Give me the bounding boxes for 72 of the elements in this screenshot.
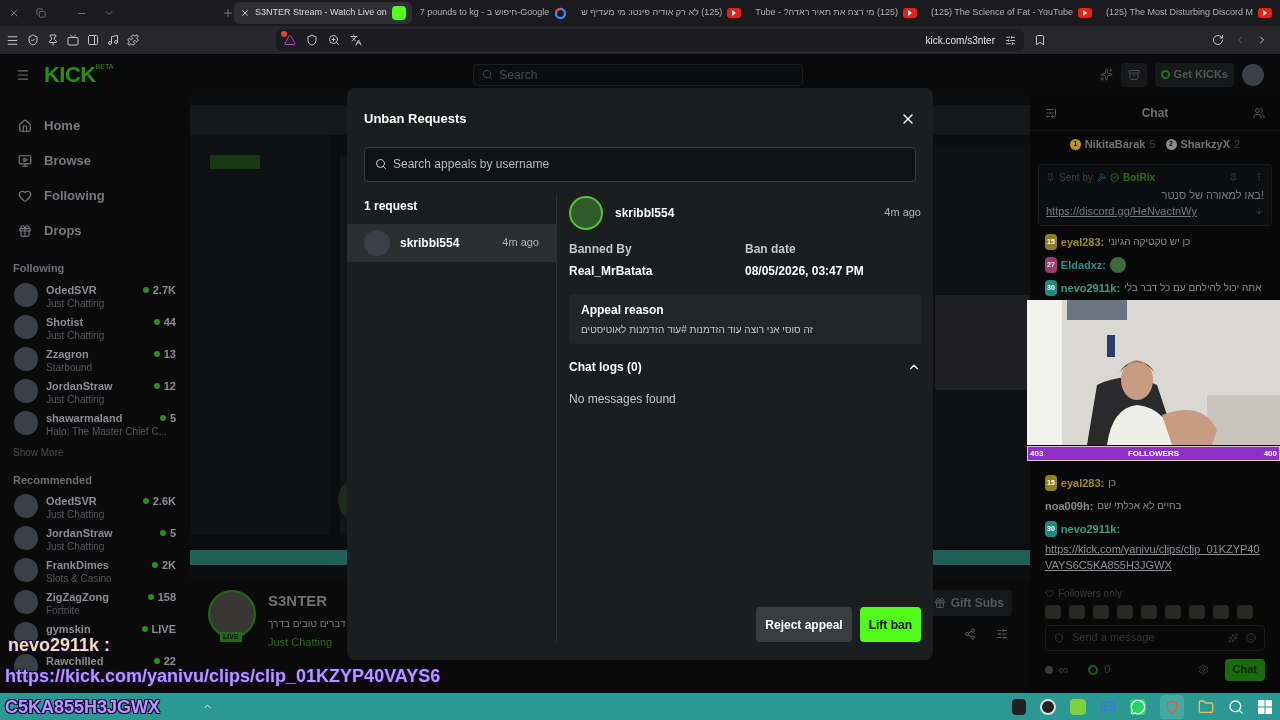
browser-tab[interactable]: (125) מי רצח את תאיר ראדה? - Tube (749, 2, 923, 24)
channel-category: Slots & Casino (46, 572, 113, 586)
chat-username[interactable]: nevo2911k: (1060, 520, 1121, 537)
viewer-count: 12 (163, 378, 176, 393)
leader-name[interactable]: NikitaBarak (1084, 136, 1146, 153)
chat-message: בחיים לא אכלתי שם (1097, 498, 1182, 513)
channel-category: Starbound (46, 360, 94, 375)
chat-username[interactable]: noa009h: (1045, 497, 1094, 514)
points-count: ∞ (1059, 660, 1069, 679)
channel-category: Just Chatting (46, 296, 106, 311)
chat-message: כן (1108, 475, 1117, 490)
nav-item[interactable]: Home (0, 108, 190, 143)
pinned-text: !באו למאורה של סנטר (1160, 187, 1264, 203)
channel-name[interactable]: Rawchilled (46, 654, 104, 668)
reject-appeal-button[interactable]: Reject appeal (756, 607, 852, 642)
channel-name[interactable]: gymskin (46, 622, 91, 636)
channel-category: Just Chatting (46, 328, 106, 343)
chat-message: כן יש טקטיקה הגיוני (1108, 234, 1191, 249)
channel-category: Just Chatting (46, 540, 106, 554)
chat-username[interactable]: eyal283: (1060, 233, 1105, 250)
address-bar[interactable]: kick.com/s3nter (276, 29, 1024, 51)
viewer-count: LIVE (151, 622, 176, 636)
nav-item[interactable]: Following (0, 178, 190, 213)
viewer-count: 158 (157, 590, 176, 604)
channel-name[interactable]: JordanStraw (46, 378, 113, 393)
channel-name[interactable]: shawarmaland (46, 410, 123, 425)
viewer-count: 13 (163, 346, 176, 361)
category-link[interactable]: Just Chatting (268, 633, 346, 650)
channel-category: Fortnite (46, 604, 81, 618)
chat-title: Chat (1140, 104, 1170, 122)
browser-tab[interactable]: (125) The Science of Fat - YouTube (925, 2, 1099, 24)
channel-name[interactable]: ZigZagZong (46, 590, 109, 604)
caption-username: nevo2911k : (8, 636, 111, 654)
viewer-count: 2.7K (152, 282, 176, 297)
browser-tab[interactable]: S3NTER Stream - Watch Live on (234, 2, 412, 24)
pinned-link[interactable]: https://discord.gg/HeNvactnWy (1046, 203, 1197, 220)
browser-tab[interactable]: (125) The Most Disturbing Discord M (1100, 2, 1278, 24)
browser-tab[interactable]: (125) לא רק אודיה פינטו: מי מעדיף ש (575, 2, 748, 24)
chat-username[interactable]: nevo2911k: (1060, 279, 1121, 296)
channel-name[interactable]: OdedSVR (46, 282, 97, 297)
streamer-name[interactable]: S3NTER (268, 590, 346, 613)
nav-item[interactable]: Browse (0, 143, 190, 178)
viewer-count: 5 (169, 526, 176, 540)
chat-username[interactable]: eyal283: (1060, 474, 1105, 491)
section-title: Recommended (12, 472, 93, 488)
stream-title: דברים טובים בדרך (268, 616, 346, 631)
viewer-count: 2K (161, 558, 176, 572)
viewer-count: 2.6K (152, 494, 176, 508)
channel-category: Just Chatting (46, 508, 106, 522)
viewer-count: 5 (169, 410, 176, 425)
leader-name[interactable]: SharkzyX (1180, 136, 1231, 153)
channel-name[interactable]: JordanStraw (46, 526, 113, 540)
chat-username[interactable]: Eldadxz: (1060, 256, 1107, 273)
section-title: Following (12, 261, 66, 276)
channel-name[interactable]: OdedSVR (46, 494, 97, 508)
address-text: kick.com/s3nter (925, 33, 995, 48)
channel-name[interactable]: FrankDimes (46, 558, 109, 572)
browser-tab[interactable]: 7 pounds to kg - חיפוש ב-Google (413, 2, 574, 24)
goal-label: FOLLOWERS (1127, 447, 1180, 460)
kick-logo[interactable]: KICK (44, 58, 96, 91)
channel-name[interactable]: Zzagron (46, 346, 89, 361)
chat-message: אתה יכול להילחם עם כל דבר בלי (1124, 280, 1262, 295)
viewer-count: 22 (163, 654, 176, 668)
channel-category: Just Chatting (46, 392, 106, 407)
chat-link[interactable]: https://kick.com/yanivu/clips/clip_01KZYP40VAYS6C5KA855H3JGWX (1045, 540, 1265, 573)
channel-name[interactable]: Shotist (46, 314, 84, 329)
viewer-count: 44 (163, 314, 176, 329)
channel-category: Halo: The Master Chief C... (46, 424, 168, 439)
goal-current: 403 (1030, 447, 1044, 460)
goal-target: 400 (1263, 447, 1277, 460)
nav-item[interactable]: Drops (0, 213, 190, 248)
lift-ban-button[interactable]: Lift ban (859, 607, 921, 642)
